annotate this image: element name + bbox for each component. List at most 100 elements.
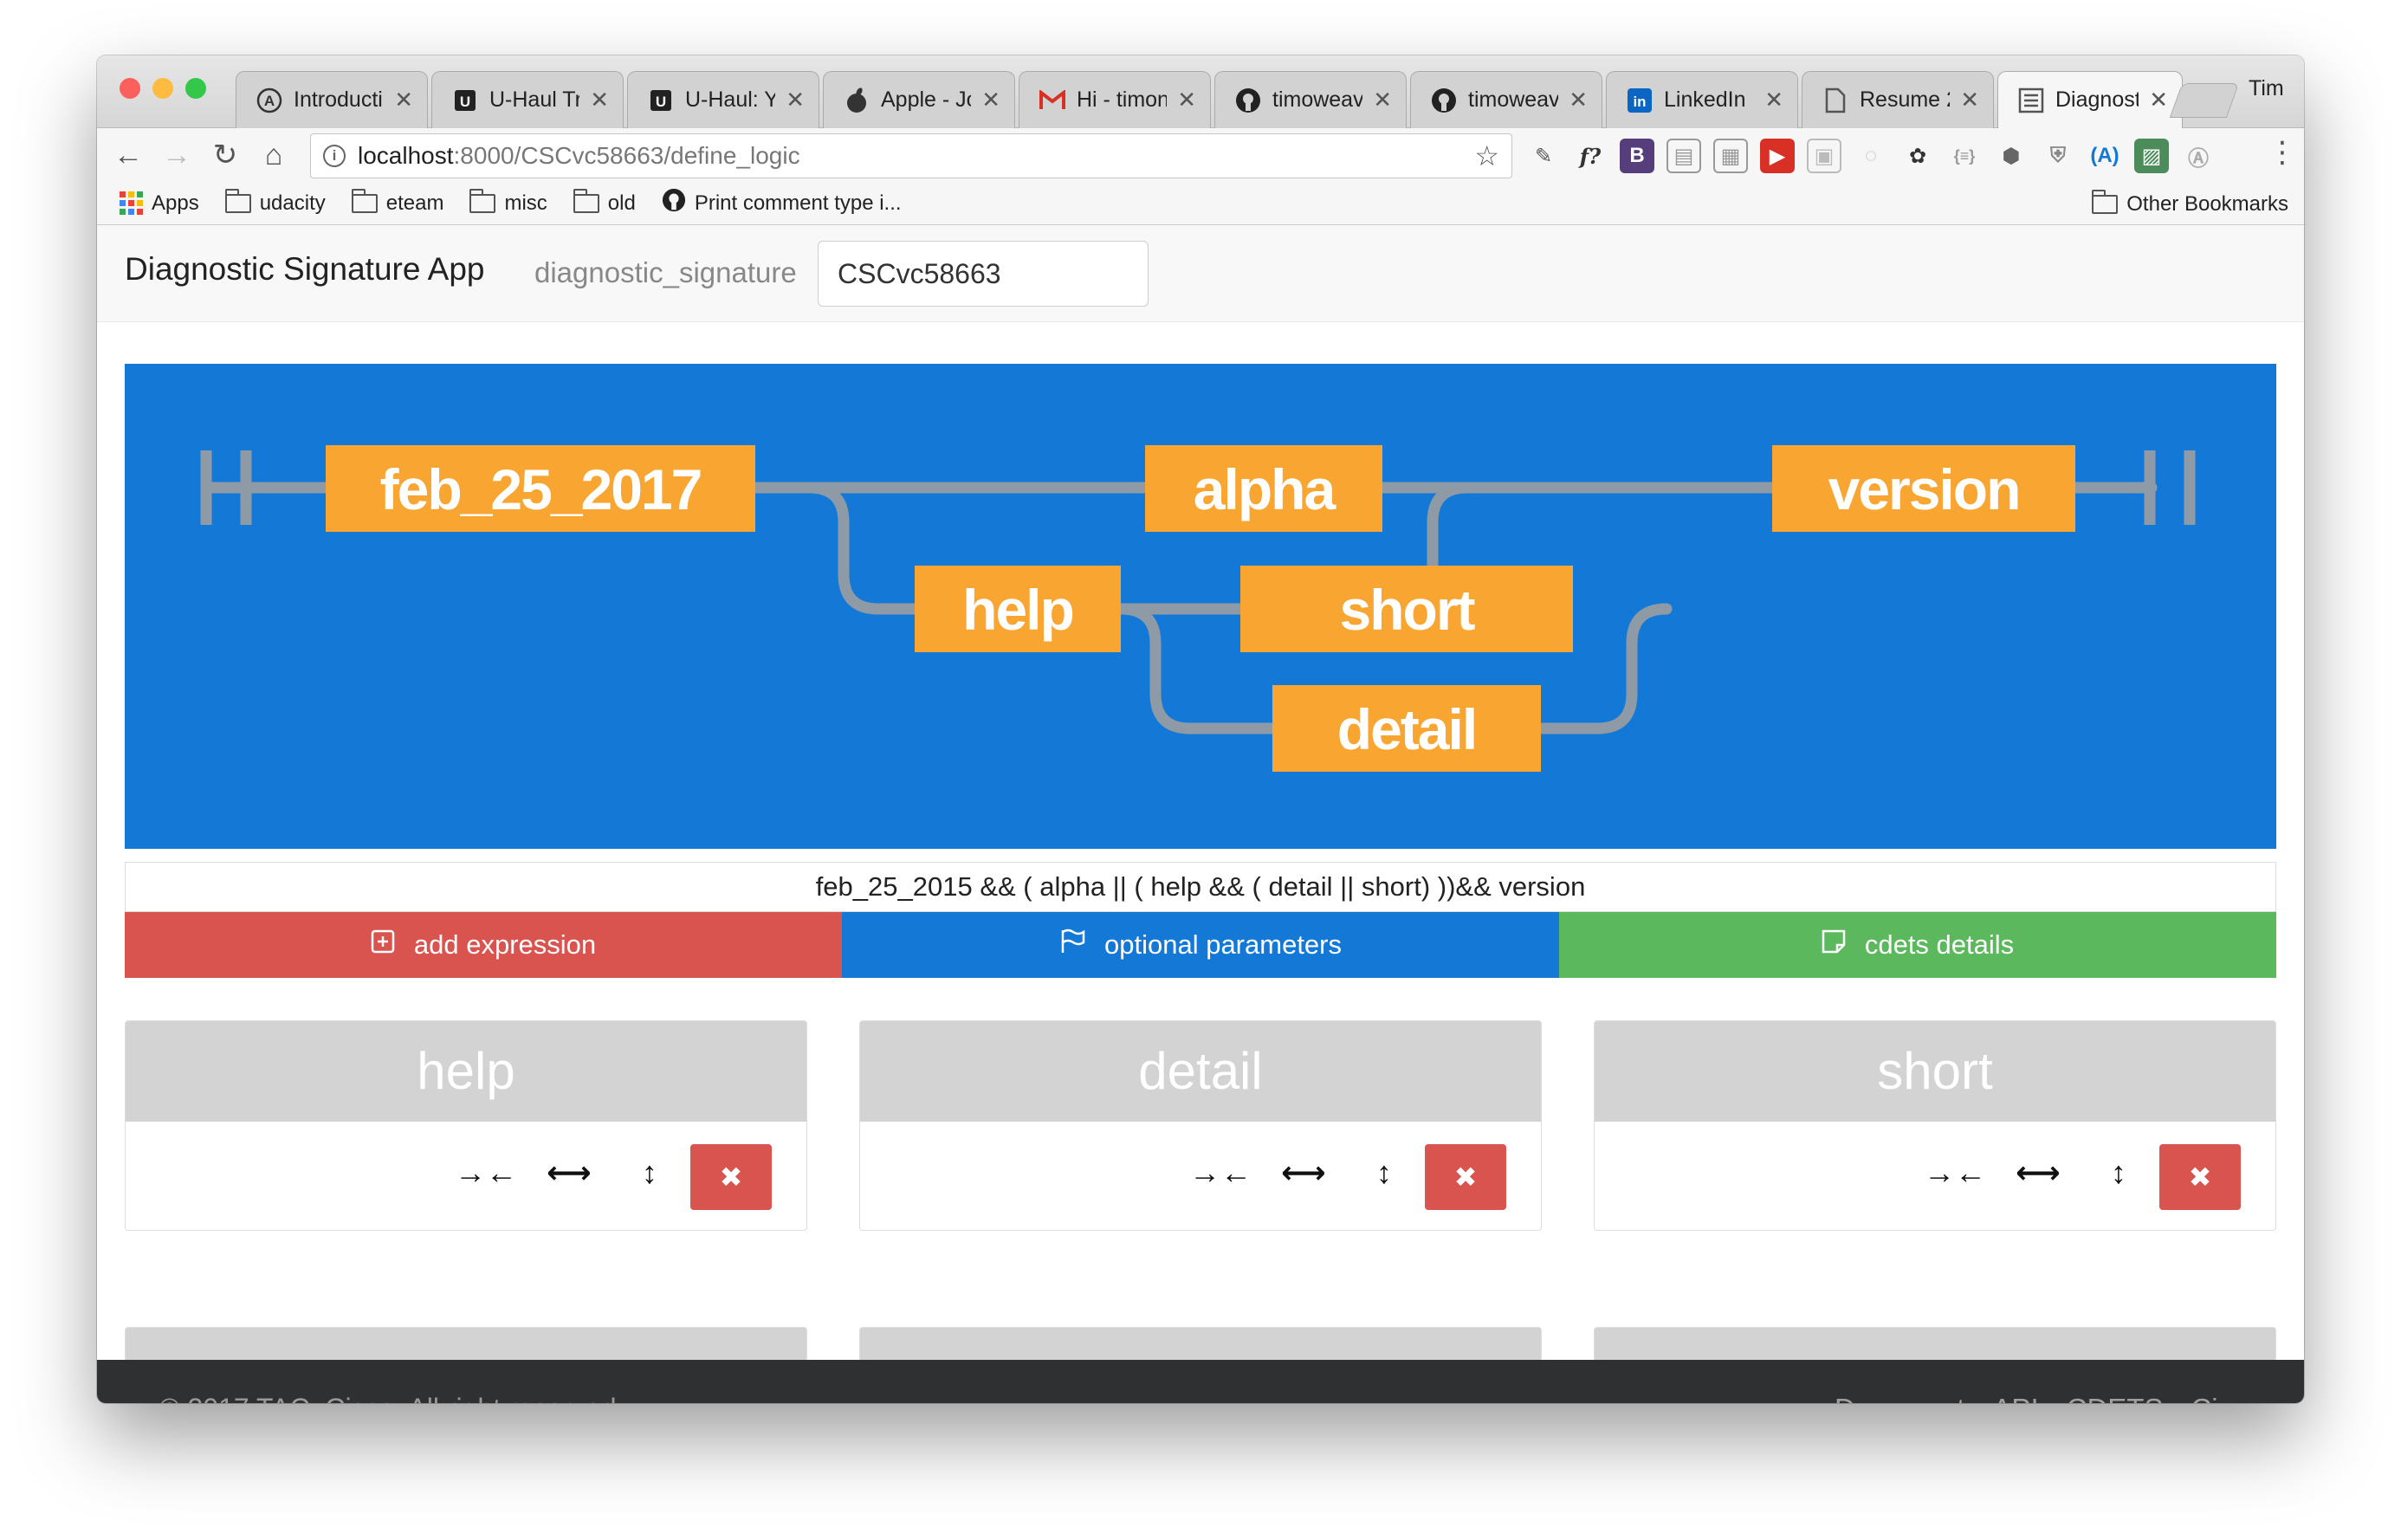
document-icon [1822, 87, 1849, 114]
accessibility-icon[interactable]: Ⓐ [2181, 139, 2216, 173]
bookmark-print-comment[interactable]: Print comment type i... [662, 188, 902, 218]
bookmark-old[interactable]: old [573, 188, 636, 216]
node-alpha[interactable]: alpha [1145, 445, 1382, 532]
tab-linkedin[interactable]: in LinkedIn ✕ [1606, 71, 1798, 128]
github-icon [1430, 87, 1458, 114]
page-icon[interactable]: ▤ [1666, 139, 1701, 173]
expand-vertical-icon[interactable]: ↕ [1376, 1155, 1392, 1191]
node-version[interactable]: version [1772, 445, 2075, 532]
image-icon[interactable]: ▨ [2134, 139, 2169, 173]
expand-horizontal-icon[interactable]: ⟷ [2016, 1155, 2061, 1191]
bookmark-star-icon[interactable]: ☆ [1474, 139, 1499, 172]
augury-icon[interactable]: (A) [2087, 139, 2122, 173]
compress-icon[interactable]: →← [455, 1155, 517, 1191]
grid-icon[interactable]: ▦ [1713, 139, 1748, 173]
copyright-text: © 2017 TAC, Cisco. All right reserved. [159, 1393, 624, 1403]
close-tab-icon[interactable]: ✕ [1764, 87, 1783, 113]
folder-icon [224, 188, 251, 213]
bootstrap-icon[interactable]: B [1620, 139, 1654, 173]
expand-horizontal-icon[interactable]: ⟷ [1281, 1155, 1326, 1191]
forward-arrow-icon[interactable]: → [152, 139, 201, 172]
close-tab-icon[interactable]: ✕ [1960, 87, 1979, 113]
plus-square-icon [371, 929, 395, 961]
tab-github-2[interactable]: timoweave ✕ [1410, 71, 1602, 128]
media-icon[interactable]: ▶ [1760, 139, 1795, 173]
close-tab-icon[interactable]: ✕ [1177, 87, 1196, 113]
bookmark-eteam[interactable]: eteam [351, 188, 443, 216]
svg-text:A: A [264, 93, 275, 109]
delete-button[interactable]: ✖ [2159, 1144, 2241, 1210]
apple-icon [843, 87, 870, 114]
folder-icon [573, 188, 599, 213]
zoom-window-button[interactable] [185, 78, 206, 99]
close-tab-icon[interactable]: ✕ [590, 87, 609, 113]
page-footer: © 2017 TAC, Cisco. All right reserved. D… [97, 1360, 2304, 1403]
palette-icon[interactable]: ✿ [1900, 139, 1935, 173]
footer-link-document[interactable]: Document [1835, 1393, 1964, 1403]
add-expression-button[interactable]: add expression [125, 912, 842, 978]
tab-resume[interactable]: Resume 2( ✕ [1802, 71, 1994, 128]
eyedropper-icon[interactable]: ✎ [1526, 139, 1561, 173]
app-brand[interactable]: Diagnostic Signature App [125, 251, 485, 288]
bookmark-misc[interactable]: misc [469, 188, 547, 216]
card-body: →← ⟷ ↕ ✖ [126, 1122, 806, 1230]
font-icon[interactable]: f? [1573, 139, 1608, 173]
delete-button[interactable]: ✖ [1425, 1144, 1506, 1210]
card-title: short [1595, 1021, 2275, 1122]
expand-vertical-icon[interactable]: ↕ [2111, 1155, 2126, 1191]
address-bar[interactable]: i localhost:8000/CSCvc58663/define_logic… [310, 133, 1512, 178]
tab-uhaul-1[interactable]: U U-Haul Tr ✕ [431, 71, 624, 128]
signature-input[interactable] [818, 241, 1149, 307]
expand-vertical-icon[interactable]: ↕ [642, 1155, 657, 1191]
close-tab-icon[interactable]: ✕ [394, 87, 413, 113]
close-tab-icon[interactable]: ✕ [786, 87, 805, 113]
optional-parameters-button[interactable]: optional parameters [842, 912, 1559, 978]
shield-icon[interactable]: ⛨ [2041, 139, 2075, 173]
circle-icon[interactable]: ◌ [1854, 139, 1888, 173]
close-tab-icon[interactable]: ✕ [981, 87, 1000, 113]
tab-gmail[interactable]: Hi - timon ✕ [1019, 71, 1211, 128]
bookmark-udacity[interactable]: udacity [224, 188, 326, 216]
page-content: Diagnostic Signature App diagnostic_sign… [97, 225, 2304, 1403]
delete-button[interactable]: ✖ [690, 1144, 772, 1210]
tab-uhaul-2[interactable]: U U-Haul: Yo ✕ [627, 71, 819, 128]
railroad-diagram: feb_25_2017 alpha version help short det… [125, 364, 2276, 849]
tab-diagnostic[interactable]: Diagnostic ✕ [1997, 71, 2183, 128]
node-feb-25-2017[interactable]: feb_25_2017 [326, 445, 755, 532]
footer-link-cisco[interactable]: Cisco [2191, 1393, 2262, 1403]
cdets-details-button[interactable]: cdets details [1559, 912, 2276, 978]
compress-icon[interactable]: →← [1189, 1155, 1252, 1191]
close-tab-icon[interactable]: ✕ [1569, 87, 1588, 113]
svg-text:help: help [962, 578, 1073, 642]
bookmark-apps[interactable]: Apps [120, 191, 199, 216]
footer-link-cdets[interactable]: CDETS [2067, 1393, 2164, 1403]
expand-horizontal-icon[interactable]: ⟷ [547, 1155, 592, 1191]
json-icon[interactable]: {≡} [1947, 139, 1982, 173]
info-icon[interactable]: i [323, 145, 346, 167]
tab-github-1[interactable]: timoweave ✕ [1214, 71, 1407, 128]
reload-icon[interactable]: ↻ [201, 138, 249, 172]
compress-icon[interactable]: →← [1924, 1155, 1986, 1191]
new-tab-button[interactable] [2169, 83, 2240, 118]
back-arrow-icon[interactable]: ← [104, 139, 152, 172]
close-tab-icon[interactable]: ✕ [1373, 87, 1392, 113]
node-help[interactable]: help [915, 566, 1121, 652]
footer-link-api[interactable]: API [1992, 1393, 2038, 1403]
menu-dots-icon[interactable]: ⋮ [2268, 135, 2297, 170]
close-tab-icon[interactable]: ✕ [2149, 87, 2168, 113]
angular-ext-icon[interactable]: ⬢ [1994, 139, 2029, 173]
card-body: →← ⟷ ↕ ✖ [1595, 1122, 2275, 1230]
home-icon[interactable]: ⌂ [249, 139, 298, 172]
browser-window: A Introducti ✕ U U-Haul Tr ✕ U U-Haul: Y… [97, 55, 2304, 1403]
close-window-button[interactable] [120, 78, 140, 99]
node-detail[interactable]: detail [1272, 685, 1541, 772]
bookmark-other[interactable]: Other Bookmarks [2092, 190, 2288, 217]
puzzle-icon[interactable]: ▣ [1807, 139, 1841, 173]
node-short[interactable]: short [1240, 566, 1573, 652]
minimize-window-button[interactable] [152, 78, 173, 99]
tab-introduction[interactable]: A Introducti ✕ [236, 71, 428, 128]
profile-button[interactable]: Tim [2249, 76, 2284, 101]
svg-text:U: U [656, 94, 666, 110]
tab-apple[interactable]: Apple - Jo ✕ [823, 71, 1015, 128]
extensions-bar: ✎ f? B ▤ ▦ ▶ ▣ ◌ ✿ {≡} ⬢ ⛨ (A) ▨ Ⓐ [1526, 139, 2216, 173]
